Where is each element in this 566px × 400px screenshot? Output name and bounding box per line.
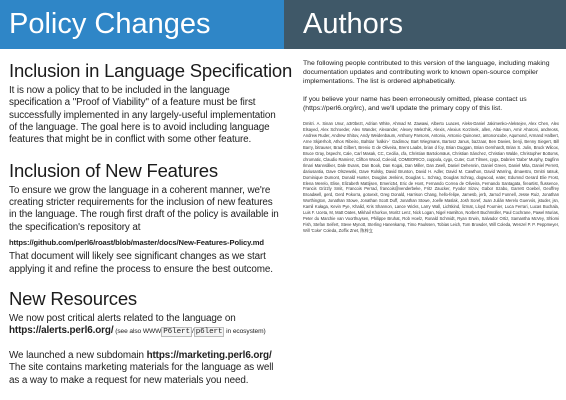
- new-resources-heading: New Resources: [9, 288, 137, 310]
- marketing-text: We launched a new subdomain: [9, 349, 147, 361]
- inclusion-spec-heading: Inclusion in Language Specification: [9, 60, 293, 81]
- poster-page: Policy Changes Authors Inclusion in Lang…: [0, 0, 566, 400]
- alerts-see-also-post: in ecosystem): [224, 328, 266, 336]
- alerts-text: We now post critical alerts related to t…: [9, 313, 236, 325]
- policy-column: Inclusion in Language Specification It i…: [9, 60, 293, 387]
- new-features-text: To ensure we grow the language in a cohe…: [9, 184, 279, 233]
- authors-column: The following people contributed to this…: [303, 59, 559, 234]
- new-features-heading: Inclusion of New Features: [9, 159, 218, 181]
- p6lert-code-upper: P6lert: [161, 327, 192, 338]
- authors-name-list: Dmitri. A. Sinan Unur, a3r0bezt, Adrian …: [303, 121, 559, 234]
- marketing-paragraph: We launched a new subdomain https://mark…: [9, 350, 280, 362]
- authors-intro: The following people contributed to this…: [303, 60, 550, 85]
- new-features-policy-link[interactable]: https://github.com/perl6/roast/blob/mast…: [9, 237, 280, 249]
- alerts-link[interactable]: https://alerts.perl6.org/: [9, 325, 114, 336]
- new-features-followup-text: That document will likely see significan…: [9, 251, 273, 275]
- inclusion-spec-text: It is now a policy that to be included i…: [9, 85, 276, 146]
- authors-omitted-note: If you believe your name has been errone…: [303, 96, 527, 112]
- alerts-see-also-pre: (see also: [113, 328, 143, 336]
- policy-changes-banner: Policy Changes: [0, 0, 284, 49]
- authors-banner: Authors: [284, 0, 566, 49]
- alerts-paragraph: We now post critical alerts related to t…: [9, 313, 280, 339]
- marketing-link[interactable]: https://marketing.perl6.org/: [147, 350, 272, 361]
- p6lert-code-lower: p6lert: [193, 327, 225, 338]
- alerts-www-link[interactable]: WWW: [143, 328, 161, 335]
- marketing-description: The site contains marketing materials fo…: [9, 362, 274, 386]
